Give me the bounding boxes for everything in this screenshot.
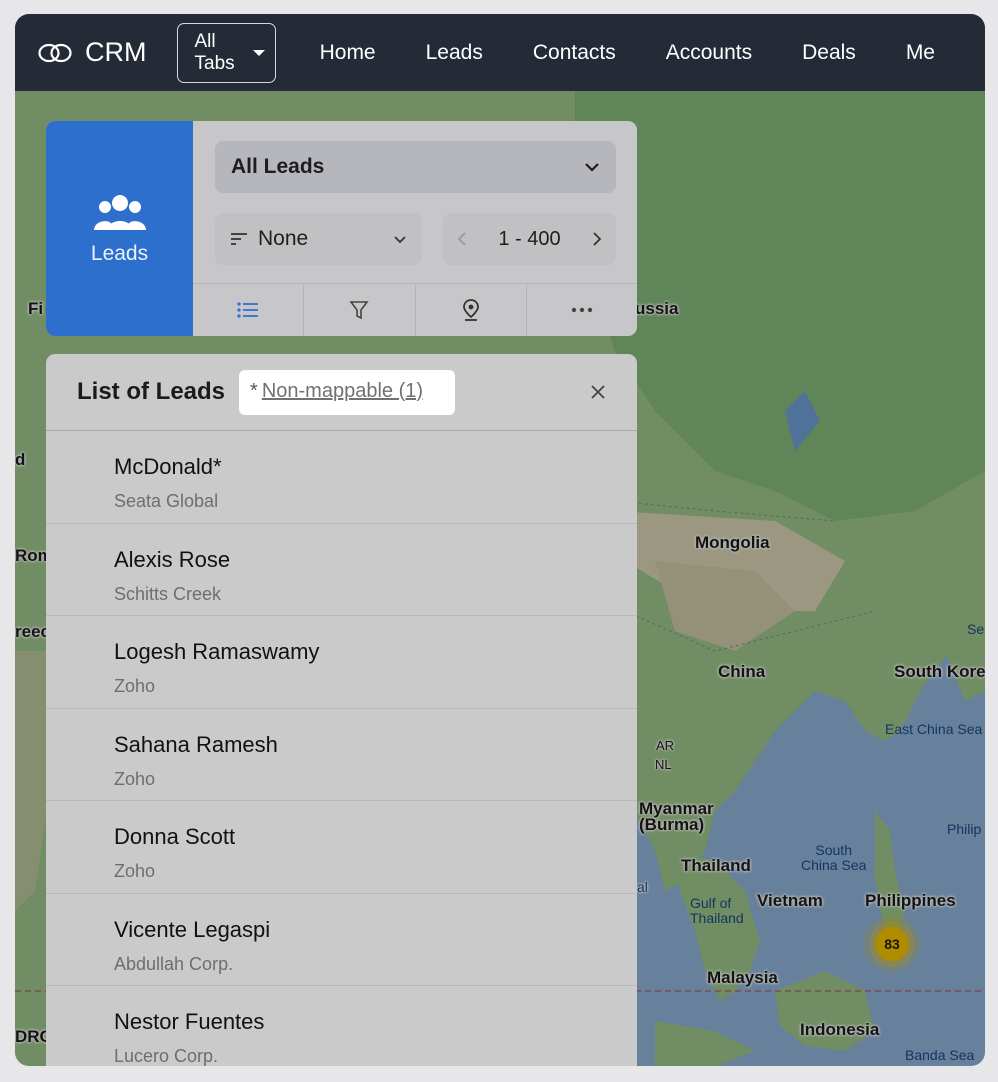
lead-company: Schitts Creek — [114, 583, 222, 604]
map-label-fi: Fi — [28, 299, 44, 318]
water-label-gulf-thailand: Gulf of Thailand — [690, 895, 744, 926]
lead-company: Seata Global — [114, 491, 219, 511]
map-cluster-marker[interactable]: 83 — [875, 927, 909, 961]
water-label-east-china-sea: East China Sea — [885, 721, 983, 737]
chevron-down-icon — [394, 235, 406, 243]
non-mappable-prefix: * — [250, 379, 258, 402]
map-label-indonesia: Indonesia — [800, 1020, 880, 1039]
map-label-south-korea: South Kore — [894, 662, 985, 681]
map-label-nl: NL — [655, 757, 672, 772]
nav-leads[interactable]: Leads — [426, 41, 483, 65]
location-pin-icon — [462, 299, 479, 321]
list-item[interactable]: McDonald* Seata Global — [46, 431, 637, 524]
pagination: 1 - 400 — [443, 213, 616, 265]
chevron-left-icon[interactable] — [457, 231, 467, 247]
top-nav: CRM All Tabs Home Leads Contacts Account… — [15, 14, 985, 91]
map-label-d: d — [15, 450, 26, 469]
sort-selector[interactable]: None — [215, 213, 422, 265]
nav-deals[interactable]: Deals — [802, 41, 856, 65]
lead-name: Vicente Legaspi — [114, 916, 271, 942]
close-button[interactable] — [585, 379, 611, 405]
list-item[interactable]: Nestor Fuentes Lucero Corp. — [46, 986, 637, 1066]
module-tile[interactable]: Leads — [46, 121, 193, 336]
more-icon — [571, 307, 593, 313]
view-selector[interactable]: All Leads — [215, 141, 616, 193]
sort-selector-label: None — [258, 227, 309, 250]
map-label-russia: ussia — [635, 299, 679, 318]
chevron-right-icon[interactable] — [592, 231, 602, 247]
brand-name: CRM — [85, 37, 147, 67]
water-label-philippine-sea: Philip — [947, 821, 982, 837]
lead-name: Donna Scott — [114, 824, 236, 849]
panel-controls: All Leads None 1 - 400 — [193, 121, 637, 336]
list-view-button[interactable] — [193, 284, 305, 336]
lead-name: Sahana Ramesh — [114, 731, 278, 757]
list-header: List of Leads * Non-mappable (1) — [46, 354, 637, 431]
lead-company: Lucero Corp. — [114, 1046, 219, 1066]
map-label-mongolia: Mongolia — [695, 533, 770, 552]
non-mappable-badge: * Non-mappable (1) — [239, 369, 456, 415]
non-mappable-link[interactable]: Non-mappable (1) — [262, 380, 423, 402]
caret-down-icon — [252, 49, 265, 56]
lead-company: Zoho — [114, 861, 156, 881]
filter-icon — [349, 301, 369, 320]
list-title: List of Leads — [77, 378, 226, 405]
nav-home[interactable]: Home — [320, 41, 376, 65]
all-tabs-label: All Tabs — [194, 30, 235, 74]
location-button[interactable] — [416, 284, 527, 336]
crm-logo[interactable]: CRM — [38, 37, 147, 68]
lead-name: Alexis Rose — [114, 546, 231, 572]
map-label-china: China — [718, 662, 766, 681]
lead-company: Zoho — [114, 768, 156, 789]
list-item[interactable]: Sahana Ramesh Zoho — [46, 709, 637, 801]
map-label-reec: reec — [15, 622, 50, 641]
water-label-banda-sea: Banda Sea — [905, 1047, 975, 1063]
nav-contacts[interactable]: Contacts — [533, 41, 616, 65]
lead-company: Abdullah Corp. — [114, 953, 234, 974]
map-label-myanmar: Myanmar (Burma) — [639, 799, 714, 834]
water-label-sea: Se — [967, 621, 985, 637]
leads-control-panel: Leads All Leads None 1 - 400 — [46, 121, 637, 336]
water-label-south-china-sea: South China Sea — [801, 842, 867, 873]
nav-links: Home Leads Contacts Accounts Deals Me — [320, 41, 985, 65]
all-tabs-button[interactable]: All Tabs — [176, 22, 276, 83]
view-selector-label: All Leads — [231, 155, 325, 178]
list-item[interactable]: Vicente Legaspi Abdullah Corp. — [46, 894, 637, 986]
chevron-down-icon — [585, 163, 599, 172]
list-item[interactable]: Logesh Ramaswamy Zoho — [46, 616, 637, 709]
map-label-ar: AR — [656, 738, 675, 753]
list-icon — [237, 302, 259, 318]
close-icon — [591, 385, 605, 399]
sort-icon — [231, 233, 247, 245]
page-range: 1 - 400 — [498, 227, 561, 250]
map-label-al: al — [637, 879, 648, 895]
lead-name: Nestor Fuentes — [114, 1009, 265, 1034]
crm-logo-icon — [38, 43, 72, 62]
map-label-thailand: Thailand — [681, 856, 751, 875]
map-label-malaysia: Malaysia — [707, 968, 778, 987]
map-label-vietnam: Vietnam — [757, 891, 823, 910]
users-icon — [93, 194, 146, 230]
module-label: Leads — [90, 241, 149, 265]
lead-company: Zoho — [114, 676, 156, 696]
list-item[interactable]: Donna Scott Zoho — [46, 801, 637, 894]
map-label-philippines: Philippines — [865, 891, 956, 910]
nav-more[interactable]: Me — [906, 41, 935, 65]
filter-button[interactable] — [304, 284, 416, 336]
nav-accounts[interactable]: Accounts — [666, 41, 752, 65]
view-toolbar — [193, 283, 637, 336]
app-window: CRM All Tabs Home Leads Contacts Account… — [15, 14, 985, 1066]
lead-name: McDonald* — [114, 454, 222, 479]
more-options-button[interactable] — [527, 284, 637, 336]
list-item[interactable]: Alexis Rose Schitts Creek — [46, 524, 637, 616]
leads-list-panel: List of Leads * Non-mappable (1) McDonald… — [46, 354, 637, 1066]
lead-name: Logesh Ramaswamy — [114, 639, 320, 664]
